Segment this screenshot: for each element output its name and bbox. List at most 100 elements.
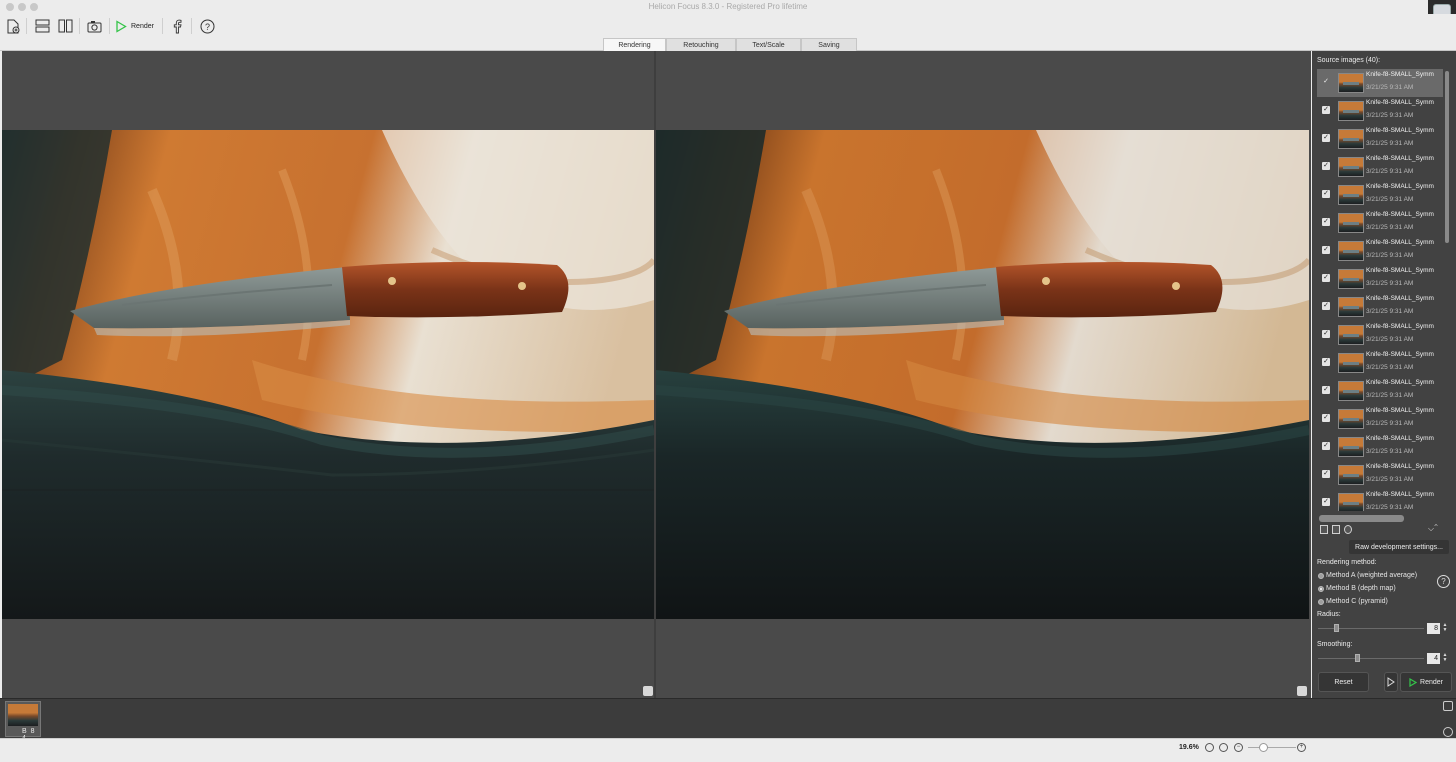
raw-development-settings-button[interactable]: Raw development settings... — [1349, 540, 1449, 554]
source-images-title: Source images (40): — [1317, 57, 1381, 64]
output-settings-icon[interactable] — [1443, 727, 1453, 737]
toolbar-separator — [191, 18, 192, 34]
render-button[interactable]: Render — [1400, 672, 1452, 692]
source-image-item[interactable]: ✓ Knife-f8-SMALL_Symm 3/21/25 9:31 AM — [1317, 97, 1443, 125]
source-zoom-button[interactable] — [643, 686, 653, 696]
source-image-checkbox[interactable]: ✓ — [1322, 302, 1330, 310]
source-image-checkbox[interactable]: ✓ — [1322, 246, 1330, 254]
source-image-checkbox[interactable]: ✓ — [1322, 470, 1330, 478]
source-image-item[interactable]: ✓ Knife-f8-SMALL_Symm 3/21/25 9:31 AM — [1317, 433, 1443, 461]
source-image-checkbox[interactable]: ✓ — [1322, 442, 1330, 450]
source-image-item[interactable]: ✓ Knife-f8-SMALL_Symm 3/21/25 9:31 AM — [1317, 153, 1443, 181]
source-image-item[interactable]: ✓ Knife-f8-SMALL_Symm 3/21/25 9:31 AM — [1317, 405, 1443, 433]
source-image-thumbnail — [1338, 241, 1364, 261]
source-image-checkbox[interactable]: ✓ — [1322, 330, 1330, 338]
source-image-checkbox[interactable]: ✓ — [1322, 414, 1330, 422]
source-image-item[interactable]: ✓ Knife-f8-SMALL_Symm 3/21/25 9:31 AM — [1317, 349, 1443, 377]
facebook-share-button[interactable] — [170, 17, 184, 35]
method-c-radio[interactable] — [1318, 598, 1324, 605]
source-image-item[interactable]: ✓ Knife-f8-SMALL_Symm 3/21/25 9:31 AM — [1317, 377, 1443, 405]
method-a-option[interactable]: Method A (weighted average) — [1318, 572, 1417, 579]
method-b-radio[interactable] — [1318, 585, 1324, 592]
source-image-date: 3/21/25 9:31 AM — [1366, 504, 1414, 511]
source-image-checkbox[interactable]: ✓ — [1322, 134, 1330, 142]
source-image-item[interactable]: ✓ Knife-f8-SMALL_Symm 3/21/25 9:31 AM — [1317, 293, 1443, 321]
source-image-name: Knife-f8-SMALL_Symm — [1366, 435, 1434, 442]
smoothing-slider-thumb[interactable] — [1355, 654, 1361, 662]
source-image-checkbox[interactable]: ✓ — [1322, 78, 1330, 86]
source-image-item[interactable]: ✓ Knife-f8-SMALL_Symm 3/21/25 9:31 AM — [1317, 265, 1443, 293]
source-image-checkbox[interactable]: ✓ — [1322, 190, 1330, 198]
source-image-name: Knife-f8-SMALL_Symm — [1366, 491, 1434, 498]
source-image-thumbnail — [1338, 213, 1364, 233]
source-image-date: 3/21/25 9:31 AM — [1366, 476, 1414, 483]
source-image-checkbox[interactable]: ✓ — [1322, 358, 1330, 366]
capture-button[interactable] — [86, 17, 102, 35]
source-images-list[interactable]: ✓ Knife-f8-SMALL_Symm 3/21/25 9:31 AM ✓ Knif… — [1317, 69, 1443, 511]
radius-stepper[interactable]: ▲ ▼ — [1442, 623, 1448, 634]
zoom-fit-icon[interactable] — [1219, 743, 1228, 752]
smoothing-value[interactable]: 4 — [1427, 653, 1440, 664]
source-image-date: 3/21/25 9:31 AM — [1366, 448, 1414, 455]
smoothing-stepper[interactable]: ▲ ▼ — [1442, 653, 1448, 664]
source-image-thumbnail — [1338, 493, 1364, 511]
source-image-item[interactable]: ✓ Knife-f8-SMALL_Symm 3/21/25 9:31 AM — [1317, 181, 1443, 209]
zoom-slider[interactable] — [1248, 747, 1296, 748]
layout-vertical-button[interactable] — [57, 17, 73, 35]
source-image-checkbox[interactable]: ✓ — [1322, 218, 1330, 226]
radius-value[interactable]: 8 — [1427, 623, 1440, 634]
source-image-thumbnail — [1338, 437, 1364, 457]
result-image-preview[interactable] — [656, 130, 1309, 619]
source-image-checkbox[interactable]: ✓ — [1322, 498, 1330, 506]
source-image-item[interactable]: ✓ Knife-f8-SMALL_Symm 3/21/25 9:31 AM — [1317, 489, 1443, 511]
method-b-option[interactable]: Method B (depth map) — [1318, 585, 1396, 592]
source-image-checkbox[interactable]: ✓ — [1322, 274, 1330, 282]
zoom-one-to-one-icon[interactable] — [1205, 743, 1214, 752]
source-image-item[interactable]: ✓ Knife-f8-SMALL_Symm 3/21/25 9:31 AM — [1317, 69, 1443, 97]
source-image-item[interactable]: ✓ Knife-f8-SMALL_Symm 3/21/25 9:31 AM — [1317, 461, 1443, 489]
zoom-out-icon[interactable]: − — [1234, 743, 1243, 752]
source-image-item[interactable]: ✓ Knife-f8-SMALL_Symm 3/21/25 9:31 AM — [1317, 321, 1443, 349]
layout-horizontal-button[interactable] — [34, 17, 50, 35]
source-image-item[interactable]: ✓ Knife-f8-SMALL_Symm 3/21/25 9:31 AM — [1317, 237, 1443, 265]
toolbar-separator — [26, 18, 27, 34]
tab-text-scale[interactable]: Text/Scale — [736, 38, 801, 51]
add-file-icon[interactable] — [1320, 525, 1328, 534]
source-list-vertical-scrollbar[interactable] — [1445, 71, 1449, 243]
camera-icon — [87, 20, 101, 32]
render-options-icon — [1387, 677, 1395, 687]
save-icon[interactable] — [1443, 701, 1453, 711]
remove-file-icon[interactable] — [1332, 525, 1340, 534]
source-image-name: Knife-f8-SMALL_Symm — [1366, 71, 1434, 78]
source-image-item[interactable]: ✓ Knife-f8-SMALL_Symm 3/21/25 9:31 AM — [1317, 209, 1443, 237]
tab-saving[interactable]: Saving — [801, 38, 857, 51]
reset-button[interactable]: Reset — [1318, 672, 1369, 692]
zoom-slider-thumb[interactable] — [1259, 743, 1268, 752]
method-c-option[interactable]: Method C (pyramid) — [1318, 598, 1388, 605]
help-button[interactable]: ? — [199, 17, 215, 35]
tab-rendering[interactable]: Rendering — [603, 38, 666, 51]
source-list-horizontal-scrollbar[interactable] — [1319, 515, 1404, 522]
add-images-button[interactable] — [5, 17, 21, 35]
source-image-checkbox[interactable]: ✓ — [1322, 386, 1330, 394]
settings-gear-icon[interactable] — [1344, 525, 1352, 534]
source-image-checkbox[interactable]: ✓ — [1322, 106, 1330, 114]
source-image-checkbox[interactable]: ✓ — [1322, 162, 1330, 170]
tab-retouching[interactable]: Retouching — [666, 38, 736, 51]
smoothing-slider[interactable] — [1318, 658, 1424, 659]
render-options-button[interactable] — [1384, 672, 1398, 692]
method-help-icon[interactable]: ? — [1437, 575, 1450, 588]
zoom-in-icon[interactable]: + — [1297, 743, 1306, 752]
result-image-pane[interactable] — [656, 51, 1311, 698]
source-image-pane[interactable] — [2, 51, 654, 698]
toolbar-separator — [162, 18, 163, 34]
collapse-arrows-icon[interactable]: ⌵⌃ — [1428, 524, 1438, 534]
source-image-date: 3/21/25 9:31 AM — [1366, 168, 1414, 175]
source-image-item[interactable]: ✓ Knife-f8-SMALL_Symm 3/21/25 9:31 AM — [1317, 125, 1443, 153]
output-thumbnail[interactable]: B 8 4 — [5, 701, 41, 742]
radius-slider-thumb[interactable] — [1333, 624, 1339, 632]
source-image-preview[interactable] — [2, 130, 654, 619]
toolbar-render-button[interactable]: Render — [115, 17, 155, 35]
method-a-radio[interactable] — [1318, 572, 1324, 579]
result-zoom-button[interactable] — [1297, 686, 1307, 696]
